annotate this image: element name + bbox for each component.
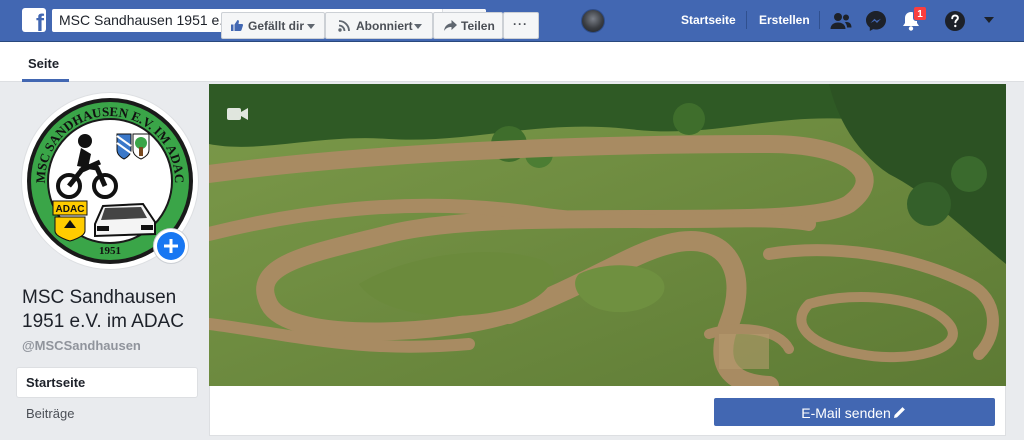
account-menu-chevron-down-icon[interactable] (984, 17, 994, 23)
tab-page[interactable]: Seite (22, 42, 65, 82)
share-button-label: Teilen (461, 19, 495, 33)
plus-icon (164, 239, 178, 253)
page-title: MSC Sandhausen 1951 e.V. im ADAC (22, 287, 184, 332)
like-page-button[interactable]: Gefällt dir (221, 12, 325, 39)
rally-car-icon (94, 202, 156, 238)
chevron-down-icon (414, 24, 422, 29)
follow-page-button[interactable]: Abonniert (325, 12, 433, 39)
friend-requests-icon[interactable] (829, 9, 853, 33)
page-subnavigation: Seite (0, 42, 1024, 82)
send-email-button[interactable]: E-Mail senden (714, 398, 995, 426)
user-avatar[interactable] (581, 9, 605, 33)
nav-create-link[interactable]: Erstellen (759, 13, 810, 27)
follow-page-button-label: Abonniert (356, 19, 413, 33)
rss-feed-icon (338, 20, 350, 32)
video-camera-icon (227, 108, 248, 120)
more-options-button[interactable]: ··· (503, 12, 539, 39)
like-page-button-label: Gefällt dir (248, 19, 305, 33)
chevron-down-icon (307, 24, 315, 29)
sidebar-item-home[interactable]: Startseite (17, 368, 197, 397)
logo-year: 1951 (99, 245, 121, 257)
nav-divider (746, 11, 747, 29)
adac-badge-label: ADAC (56, 204, 85, 215)
active-tab-indicator (22, 79, 69, 82)
cover-image (209, 84, 1006, 386)
help-icon[interactable] (943, 9, 967, 33)
pencil-edit-icon (894, 407, 905, 418)
thumbs-up-icon (231, 20, 243, 31)
adac-badge: ADAC (52, 200, 88, 242)
sidebar-item-label: Startseite (26, 375, 86, 390)
nav-home-link[interactable]: Startseite (681, 13, 736, 27)
tab-page-label: Seite (28, 56, 60, 71)
share-button[interactable]: Teilen (433, 12, 503, 39)
send-email-button-label: E-Mail senden (801, 405, 891, 421)
add-profile-photo-button[interactable] (153, 228, 189, 264)
more-options-icon: ··· (513, 17, 528, 31)
messenger-icon[interactable] (864, 9, 888, 33)
sidebar-item-posts[interactable]: Beiträge (26, 406, 74, 421)
facebook-logo-icon[interactable]: f (22, 8, 46, 32)
page-username[interactable]: @MSCSandhausen (22, 338, 141, 353)
cover-video[interactable] (209, 84, 1006, 386)
nav-divider (819, 11, 820, 29)
notification-count-badge: 1 (913, 6, 927, 21)
share-arrow-icon (444, 20, 457, 31)
